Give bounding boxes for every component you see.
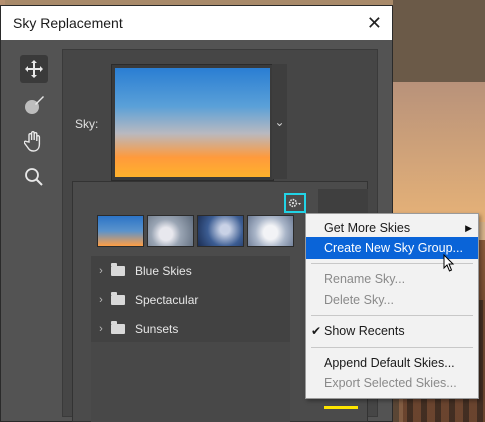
sky-presets-context-menu: Get More Skies ▶ Create New Sky Group...… xyxy=(305,213,479,399)
zoom-tool-icon[interactable] xyxy=(20,163,48,191)
menu-separator xyxy=(311,315,473,316)
folder-icon xyxy=(111,320,125,334)
menu-item-export-selected-skies[interactable]: Export Selected Skies... xyxy=(306,372,478,394)
tool-column xyxy=(20,55,52,199)
menu-item-delete-sky[interactable]: Delete Sky... xyxy=(306,289,478,311)
sky-dropdown-chevron-icon[interactable]: ⌄ xyxy=(272,64,287,179)
folder-sunsets[interactable]: › Sunsets xyxy=(91,314,290,343)
folder-icon xyxy=(111,291,125,305)
checkmark-icon: ✔ xyxy=(311,324,322,338)
submenu-arrow-icon: ▶ xyxy=(465,223,472,233)
folder-icon xyxy=(111,262,125,276)
move-tool-icon[interactable] xyxy=(20,55,48,83)
menu-item-get-more-skies[interactable]: Get More Skies ▶ xyxy=(306,217,478,239)
folder-spectacular[interactable]: › Spectacular xyxy=(91,285,290,314)
brush-tool-icon[interactable] xyxy=(20,91,48,119)
recent-sky-thumbnails xyxy=(97,215,294,247)
menu-item-show-recents[interactable]: ✔ Show Recents xyxy=(306,320,478,342)
mouse-pointer-icon xyxy=(443,253,457,277)
picker-side-block xyxy=(318,189,368,213)
chevron-right-icon[interactable]: › xyxy=(91,294,111,306)
folder-label: Sunsets xyxy=(135,321,179,336)
dialog-title: Sky Replacement xyxy=(13,15,123,31)
chevron-right-icon[interactable]: › xyxy=(91,265,111,277)
yellow-indicator xyxy=(324,406,358,409)
dialog-titlebar: Sky Replacement ✕ xyxy=(1,6,392,40)
chevron-right-icon[interactable]: › xyxy=(91,323,111,335)
sky-preview[interactable] xyxy=(111,64,274,181)
sky-folder-list: › Blue Skies › Spectacular › Sunsets xyxy=(91,256,290,342)
hand-tool-icon[interactable] xyxy=(20,127,48,155)
folder-label: Spectacular xyxy=(135,292,199,307)
sky-thumbnail[interactable] xyxy=(247,215,294,247)
sky-thumbnail[interactable] xyxy=(147,215,194,247)
sky-thumbnail[interactable] xyxy=(197,215,244,247)
picker-empty-area xyxy=(91,342,290,422)
close-icon[interactable]: ✕ xyxy=(367,14,382,32)
sky-label: Sky: xyxy=(75,117,99,131)
folder-label: Blue Skies xyxy=(135,263,192,278)
menu-separator xyxy=(311,347,473,348)
folder-blue-skies[interactable]: › Blue Skies xyxy=(91,256,290,285)
sky-thumbnail[interactable] xyxy=(97,215,144,247)
menu-item-append-default-skies[interactable]: Append Default Skies... xyxy=(306,352,478,374)
gear-icon[interactable] xyxy=(284,193,306,213)
